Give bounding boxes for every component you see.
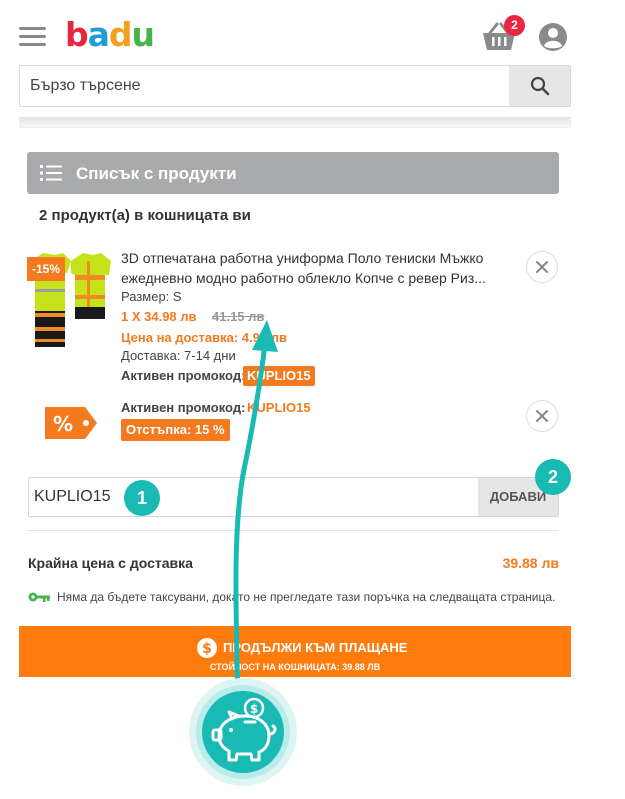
mobile-page: badu 2 Бързо търсене Списък с продукти 2…	[19, 9, 571, 677]
promo-code: KUPLIO15	[247, 400, 311, 415]
list-icon	[40, 165, 62, 181]
promo-code-tag: KUPLIO15	[243, 366, 315, 386]
step-2-badge: 2	[535, 459, 571, 495]
logo-letter: u	[131, 15, 155, 54]
dollar-coin-icon: $	[197, 638, 217, 658]
menu-icon[interactable]	[19, 27, 46, 47]
percent-tag-icon: %	[45, 407, 97, 439]
product-list-title: Списък с продукти	[76, 164, 237, 183]
coupon-form: ДОБАВИ	[28, 477, 559, 517]
remove-product-button[interactable]	[526, 251, 558, 283]
cart-count-text: 2 продукт(а) в кошницата ви	[39, 207, 251, 224]
divider	[27, 530, 559, 531]
coupon-input[interactable]	[29, 478, 479, 516]
svg-text:%: %	[53, 412, 73, 436]
product-title[interactable]: 3D отпечатана работна униформа Поло тени…	[121, 248, 513, 288]
billing-notice: Няма да бъдете таксувани, докато не прег…	[57, 590, 556, 604]
divider	[19, 127, 571, 128]
search-bar	[19, 65, 571, 107]
divider	[19, 117, 571, 127]
svg-text:$: $	[250, 702, 258, 716]
checkout-button[interactable]: $ ПРОДЪЛЖИ КЪМ ПЛАЩАНЕ СТОЙНОСТ НА КОШНИ…	[19, 626, 571, 677]
product-size: Размер: S	[121, 289, 182, 304]
svg-text:$: $	[202, 641, 212, 657]
product-price: 1 X 34.98 лв	[121, 309, 197, 324]
search-icon	[530, 76, 549, 96]
search-input[interactable]	[20, 66, 510, 106]
discount-badge: -15%	[27, 257, 65, 281]
delivery-time: Доставка: 7-14 дни	[121, 348, 236, 363]
total-label: Крайна цена с доставка	[28, 555, 193, 571]
close-icon	[536, 261, 548, 273]
promo-label: Активен промокод:	[121, 400, 246, 415]
total-value: 39.88 лв	[502, 555, 559, 571]
remove-promo-button[interactable]	[526, 400, 558, 432]
product-old-price: 41.15 лв	[212, 309, 265, 324]
step-1-badge: 1	[124, 480, 160, 516]
shipping-price: Цена на доставка: 4.90 лв	[121, 330, 287, 345]
checkout-label: ПРОДЪЛЖИ КЪМ ПЛАЩАНЕ	[223, 640, 408, 655]
checkout-subtitle: СТОЙНОСТ НА КОШНИЦАТА: 39.88 ЛВ	[209, 662, 381, 672]
user-account-icon[interactable]	[538, 22, 568, 52]
logo-letter: d	[108, 15, 133, 54]
header: badu 2	[19, 9, 571, 65]
cart-count-badge: 2	[504, 15, 525, 36]
logo[interactable]: badu	[65, 13, 155, 57]
close-icon	[536, 410, 548, 422]
piggy-bank-icon: $	[189, 678, 297, 786]
search-button[interactable]	[509, 66, 570, 106]
promo-discount: Отстъпка: 15 %	[121, 419, 230, 441]
product-list-header[interactable]: Списък с продукти	[27, 152, 559, 194]
active-promo-label: Активен промокод:	[121, 368, 246, 383]
logo-letter: b	[65, 15, 89, 54]
logo-letter: a	[87, 15, 110, 54]
